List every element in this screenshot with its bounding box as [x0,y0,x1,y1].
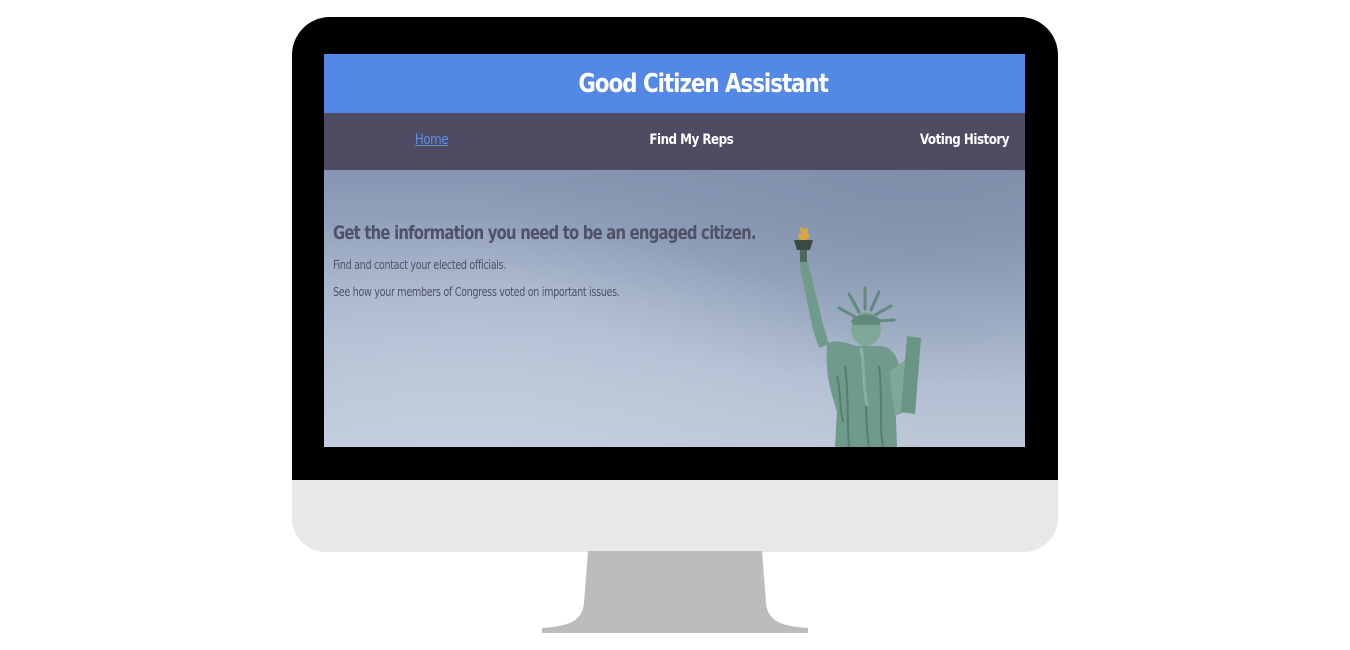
site-header: Good Citizen Assistant [324,54,1025,113]
site-title: Good Citizen Assistant [578,68,830,99]
hero-section: Get the information you need to be an en… [324,170,1025,447]
screen: Good Citizen Assistant Home Find My Reps… [324,54,1025,447]
main-nav: Home Find My Reps Voting History [324,113,1025,170]
nav-link-voting-history[interactable]: Voting History [920,132,1010,148]
hero-line-voting-record: See how your members of Congress voted o… [333,285,620,299]
hero-line-find-officials: Find and contact your elected officials. [333,258,507,272]
statue-of-liberty-image [779,226,959,447]
mockup-stage: Good Citizen Assistant Home Find My Reps… [0,0,1350,650]
hero-heading: Get the information you need to be an en… [333,222,756,244]
monitor-stand [542,551,808,633]
nav-link-find-my-reps[interactable]: Find My Reps [649,132,733,148]
nav-link-home[interactable]: Home [415,132,449,148]
monitor-chin [292,480,1058,552]
